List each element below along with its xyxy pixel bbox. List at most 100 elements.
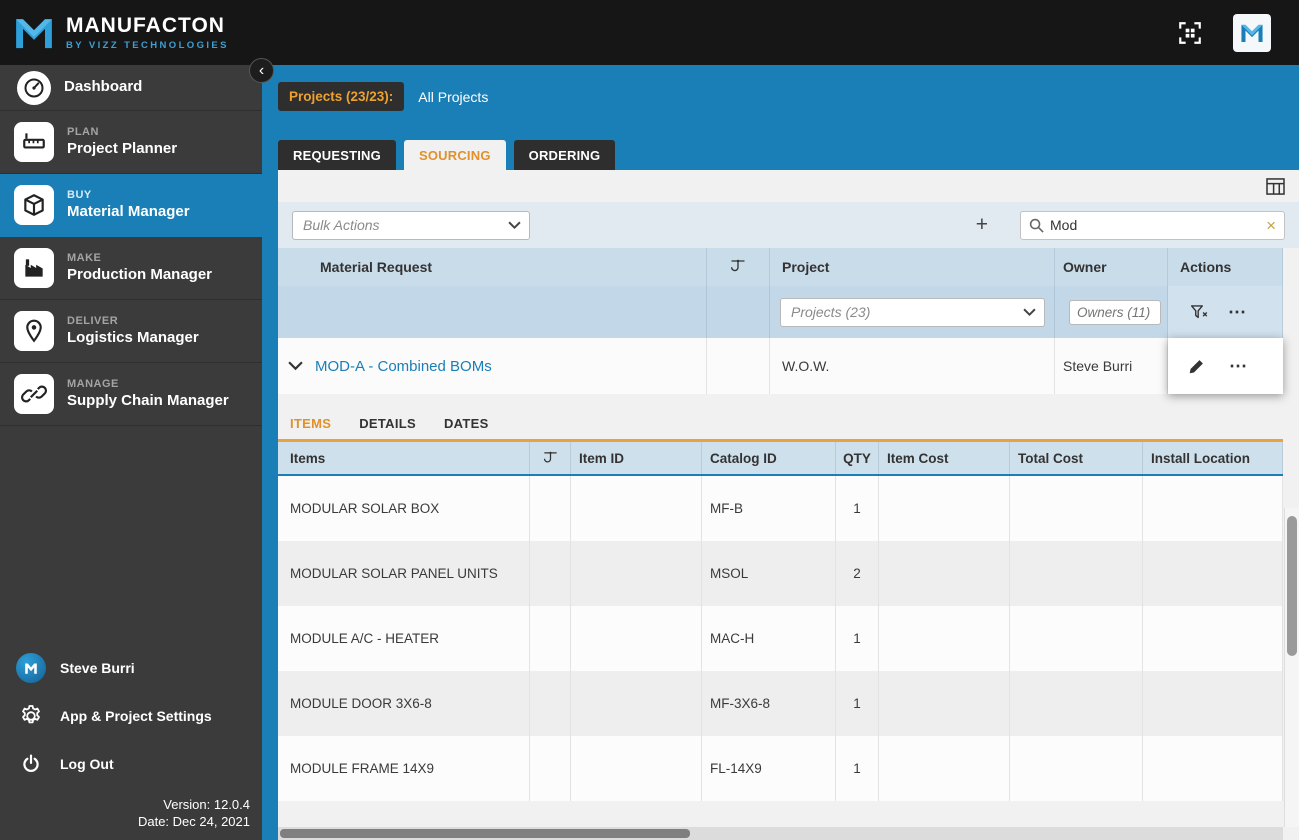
tab-ordering[interactable]: ORDERING (513, 140, 616, 170)
app-date: Date: Dec 24, 2021 (137, 814, 250, 829)
column-header-install-location[interactable]: Install Location (1143, 442, 1283, 474)
vertical-scrollbar-thumb[interactable] (1287, 516, 1297, 656)
detail-tabs: ITEMS DETAILS DATES (278, 416, 1283, 442)
install-location (1143, 671, 1283, 736)
sidebar-nav: Dashboard PLAN Project Planner BUY Mater… (0, 65, 262, 426)
project-planner-icon (14, 122, 54, 162)
column-header-item-cost[interactable]: Item Cost (879, 442, 1010, 474)
total-cost (1010, 606, 1143, 671)
production-manager-factory-icon (14, 248, 54, 288)
row-expander-chevron-icon[interactable] (288, 361, 303, 371)
item-row[interactable]: MODULAR SOLAR PANEL UNITS MSOL 2 (278, 541, 1283, 606)
item-cost (879, 606, 1010, 671)
item-name: MODULE DOOR 3X6-8 (278, 671, 530, 736)
request-name-link[interactable]: MOD-A - Combined BOMs (315, 358, 492, 375)
column-header-item-id[interactable]: Item ID (571, 442, 702, 474)
avatar (16, 653, 46, 683)
sidebar-item-label: Production Manager (67, 265, 213, 283)
items-table-header: Items Item ID Catalog ID QTY Item Cost T… (278, 442, 1283, 476)
sidebar-item-dashboard[interactable]: Dashboard (0, 65, 262, 111)
tab-items[interactable]: ITEMS (290, 416, 331, 431)
qr-scan-icon[interactable] (1177, 20, 1203, 46)
item-id (571, 671, 702, 736)
filter-more-actions-icon[interactable]: ⋯ (1228, 303, 1247, 321)
vertical-scrollbar[interactable] (1284, 508, 1299, 827)
projects-filter-label: Projects (23) (791, 304, 871, 320)
item-id (571, 736, 702, 801)
sourcing-panel: Bulk Actions + × Material Request (278, 170, 1299, 840)
sidebar-collapse-button[interactable]: ‹ (249, 58, 274, 83)
sidebar-item-supply-chain-manager[interactable]: MANAGE Supply Chain Manager (0, 363, 262, 426)
request-row[interactable]: MOD-A - Combined BOMs W.O.W. Steve Burri… (278, 338, 1283, 394)
user-profile[interactable]: Steve Burri (0, 644, 262, 692)
item-row[interactable]: MODULE DOOR 3X6-8 MF-3X6-8 1 (278, 671, 1283, 736)
search-icon (1029, 218, 1044, 233)
projects-selection[interactable]: All Projects (418, 89, 488, 105)
column-header-items[interactable]: Items (278, 442, 530, 474)
sidebar-item-production-manager[interactable]: MAKE Production Manager (0, 237, 262, 300)
power-icon (16, 753, 46, 775)
catalog-id: MSOL (702, 541, 836, 606)
catalog-id: FL-14X9 (702, 736, 836, 801)
projects-count-badge[interactable]: Projects (23/23): (278, 82, 405, 111)
qty: 1 (836, 606, 879, 671)
catalog-id: MF-B (702, 476, 836, 541)
item-row[interactable]: MODULE FRAME 14X9 FL-14X9 1 (278, 736, 1283, 801)
search-input[interactable] (1050, 217, 1267, 233)
supply-chain-link-icon (14, 374, 54, 414)
manufacton-logo-icon (16, 18, 52, 48)
edit-pencil-icon[interactable] (1188, 358, 1205, 375)
request-project: W.O.W. (782, 358, 830, 374)
logistics-manager-pin-icon (14, 311, 54, 351)
column-header-material-request[interactable]: Material Request (278, 248, 707, 286)
app-version: Version: 12.0.4 (163, 797, 250, 812)
qty: 1 (836, 736, 879, 801)
sidebar-item-label: Project Planner (67, 139, 178, 157)
logout-button[interactable]: Log Out (0, 740, 262, 788)
column-header-total-cost[interactable]: Total Cost (1010, 442, 1143, 474)
column-header-qty[interactable]: QTY (836, 442, 879, 474)
app-logo-chip[interactable] (1233, 13, 1271, 52)
owners-filter-input[interactable] (1069, 299, 1161, 325)
clear-search-icon[interactable]: × (1266, 217, 1276, 234)
add-request-button[interactable]: + (970, 213, 994, 237)
workflow-tabs: REQUESTING SOURCING ORDERING (262, 140, 1299, 170)
horizontal-scrollbar[interactable] (278, 827, 1283, 840)
content-area: Bulk Actions + × Material Request (262, 170, 1299, 840)
table-layout-icon[interactable] (1266, 177, 1285, 195)
item-row[interactable]: MODULAR SOLAR BOX MF-B 1 (278, 476, 1283, 541)
column-header-catalog-id[interactable]: Catalog ID (702, 442, 836, 474)
bulk-actions-select[interactable]: Bulk Actions (292, 210, 530, 240)
item-row[interactable]: MODULE A/C - HEATER MAC-H 1 (278, 606, 1283, 671)
tab-dates[interactable]: DATES (444, 416, 489, 431)
projects-filter-select[interactable]: Projects (23) (780, 297, 1045, 327)
item-cost (879, 736, 1010, 801)
clear-filter-icon[interactable] (1190, 304, 1208, 321)
item-name: MODULAR SOLAR BOX (278, 476, 530, 541)
column-header-actions[interactable]: Actions (1168, 248, 1283, 286)
sidebar-item-logistics-manager[interactable]: DELIVER Logistics Manager (0, 300, 262, 363)
install-location (1143, 541, 1283, 606)
table-toolbar: Bulk Actions + × (278, 202, 1299, 248)
item-name: MODULE FRAME 14X9 (278, 736, 530, 801)
tab-sourcing[interactable]: SOURCING (403, 140, 506, 170)
horizontal-scrollbar-thumb[interactable] (280, 829, 690, 838)
material-manager-box-icon (14, 185, 54, 225)
item-id (571, 476, 702, 541)
total-cost (1010, 541, 1143, 606)
sidebar-item-category: BUY (67, 188, 92, 201)
install-location (1143, 736, 1283, 801)
sidebar: MANUFACTON BY VIZZ TECHNOLOGIES Dashboar… (0, 0, 262, 840)
sidebar-item-category: DELIVER (67, 314, 119, 327)
row-more-actions-icon[interactable]: ⋯ (1229, 357, 1248, 375)
panel-top-strip (278, 170, 1299, 202)
version-info: Version: 12.0.4 Date: Dec 24, 2021 (0, 788, 262, 834)
settings-button[interactable]: App & Project Settings (0, 692, 262, 740)
tab-requesting[interactable]: REQUESTING (278, 140, 396, 170)
project-context-bar: Projects (23/23): All Projects REQUESTIN… (262, 65, 1299, 170)
sidebar-item-material-manager[interactable]: BUY Material Manager (0, 174, 262, 237)
tab-details[interactable]: DETAILS (359, 416, 416, 431)
column-header-project[interactable]: Project (770, 248, 1055, 286)
sidebar-item-project-planner[interactable]: PLAN Project Planner (0, 111, 262, 174)
column-header-owner[interactable]: Owner (1055, 248, 1168, 286)
